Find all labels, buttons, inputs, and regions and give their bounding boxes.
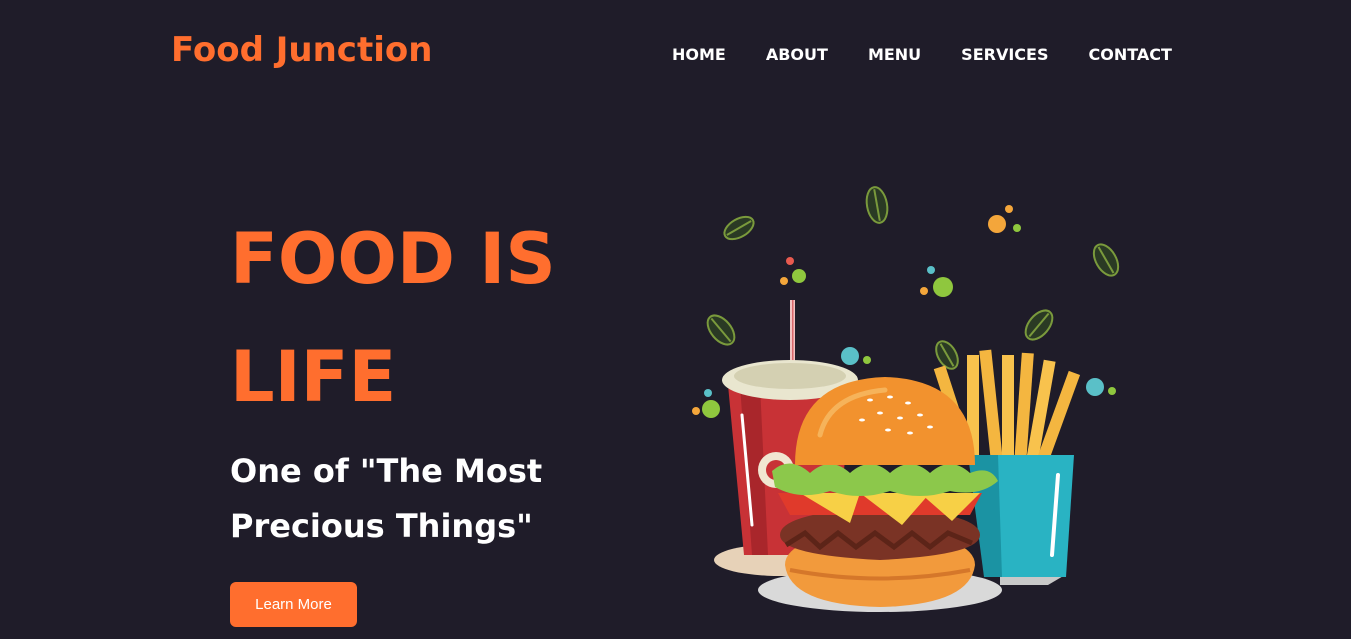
nav-home[interactable]: HOME xyxy=(672,45,726,64)
nav-services[interactable]: SERVICES xyxy=(961,45,1048,64)
nav-about[interactable]: ABOUT xyxy=(766,45,828,64)
nav-contact[interactable]: CONTACT xyxy=(1088,45,1171,64)
nav-menu[interactable]: MENU xyxy=(868,45,921,64)
hero-title: FOOD IS LIFE xyxy=(230,218,556,418)
learn-more-button[interactable]: Learn More xyxy=(230,582,357,627)
landing-page: Food Junction HOME ABOUT MENU SERVICES C… xyxy=(0,0,1351,639)
hero-subtitle: One of "The Most Precious Things" xyxy=(230,452,543,545)
main-nav: HOME ABOUT MENU SERVICES CONTACT xyxy=(672,45,1172,64)
food-illustration xyxy=(692,186,1120,612)
brand-logo[interactable]: Food Junction xyxy=(171,30,432,70)
